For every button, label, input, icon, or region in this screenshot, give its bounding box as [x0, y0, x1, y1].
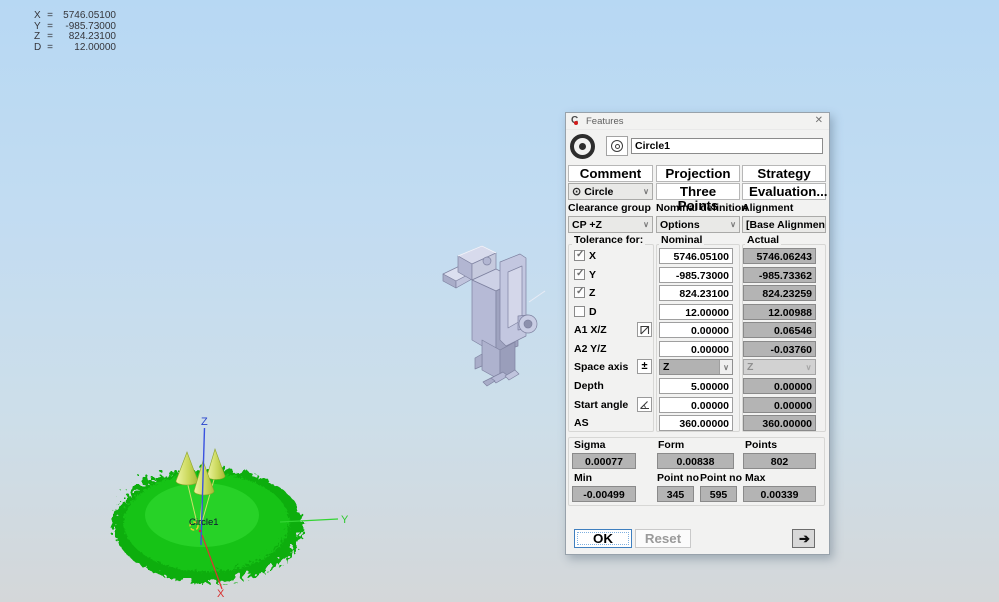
next-button[interactable]: ➔: [792, 529, 815, 548]
chevron-down-icon: ∨: [719, 360, 732, 374]
coordinate-readout: X=5746.05100 Y=-985.73000 Z=824.23100 D=…: [34, 11, 116, 53]
nominal-legend: Nominal: [659, 234, 704, 246]
actual-start-angle-field: 0.00000: [743, 397, 816, 413]
actual-depth-field: 0.00000: [743, 378, 816, 394]
actual-as-field: 360.00000: [743, 415, 816, 431]
angle-icon: [638, 398, 651, 411]
row-label-z: ✓Z: [574, 285, 636, 301]
row-label-d: D: [574, 304, 636, 320]
strategy-button[interactable]: Strategy: [742, 165, 826, 182]
min-label: Min: [574, 472, 592, 484]
checkbox-z[interactable]: ✓: [574, 287, 585, 298]
dialog-title: Features: [586, 116, 624, 127]
row-label-a2: A2 Y/Z: [574, 341, 636, 357]
flip-square-icon: [638, 323, 651, 336]
nominal-a2-field[interactable]: 0.00000: [659, 341, 733, 357]
chevron-down-icon: ∨: [727, 220, 739, 229]
readout-line-x: X=5746.05100: [34, 11, 116, 22]
arrow-right-icon: ➔: [799, 531, 810, 546]
sigma-label: Sigma: [574, 439, 606, 451]
max-label: Max: [745, 472, 765, 484]
space-axis-nominal-select[interactable]: Z ∨: [659, 359, 733, 375]
ok-button[interactable]: OK: [574, 529, 632, 548]
nominal-z-field[interactable]: 824.23100: [659, 285, 733, 301]
checkbox-y[interactable]: ✓: [574, 269, 585, 280]
row-label-start-angle: Start angle: [574, 397, 636, 413]
nominal-definition-label: Nominal definition: [656, 202, 740, 214]
space-axis-actual-select: Z ∨: [743, 359, 816, 375]
start-angle-button[interactable]: [637, 397, 652, 412]
actual-a2-field: -0.03760: [743, 341, 816, 357]
reset-button[interactable]: Reset: [635, 529, 691, 548]
actual-x-field: 5746.06243: [743, 248, 816, 264]
nominal-y-field[interactable]: -985.73000: [659, 267, 733, 283]
min-value: -0.00499: [572, 486, 636, 502]
actual-legend: Actual: [745, 234, 781, 246]
readout-line-z: Z=824.23100: [34, 32, 116, 43]
checkbox-x[interactable]: ✓: [574, 250, 585, 261]
point-no-max-value: 595: [700, 486, 737, 502]
nominal-as-field[interactable]: 360.00000: [659, 415, 733, 431]
row-label-as: AS: [574, 415, 636, 431]
tolerance-legend: Tolerance for:: [572, 234, 645, 246]
points-value: 802: [743, 453, 816, 469]
sigma-value: 0.00077: [572, 453, 636, 469]
evaluation-button[interactable]: Evaluation...: [742, 183, 826, 200]
alignment-select[interactable]: [Base Alignment] ∨: [742, 216, 826, 233]
checkbox-d[interactable]: [574, 306, 585, 317]
chevron-down-icon: ∨: [640, 220, 652, 229]
projection-button[interactable]: Projection: [656, 165, 740, 182]
x-axis-label: X: [217, 588, 225, 600]
nominal-d-field[interactable]: 12.00000: [659, 304, 733, 320]
z-axis-label: Z: [201, 416, 208, 428]
close-icon[interactable]: ✕: [815, 115, 823, 126]
concentric-circles-icon: [611, 140, 623, 152]
actual-d-field: 12.00988: [743, 304, 816, 320]
chevron-down-icon: ∨: [640, 187, 652, 196]
cad-model[interactable]: [425, 228, 570, 403]
plus-minus-button[interactable]: ±: [637, 359, 652, 374]
feature-type-select[interactable]: ⊙ Circle ∨: [568, 183, 653, 200]
point-no-min-label: Point no: [657, 472, 699, 484]
viewport-3d[interactable]: Z Y X Circle1: [80, 385, 380, 602]
point-no-min-value: 345: [657, 486, 694, 502]
a1-projection-toggle-button[interactable]: [637, 322, 652, 337]
logo-red-dot: [574, 121, 578, 125]
row-label-y: ✓Y: [574, 267, 636, 283]
row-label-x: ✓X: [574, 248, 636, 264]
actual-y-field: -985.73362: [743, 267, 816, 283]
max-value: 0.00339: [743, 486, 816, 502]
features-dialog: C Features ✕ Circle1 Comment Projection …: [565, 112, 830, 555]
point-no-max-label: Point no: [700, 472, 742, 484]
dialog-title-bar[interactable]: C Features ✕: [566, 113, 829, 130]
nominal-x-field[interactable]: 5746.05100: [659, 248, 733, 264]
row-label-space-axis: Space axis: [574, 359, 636, 375]
actual-a1-field: 0.06546: [743, 322, 816, 338]
nominal-start-angle-field[interactable]: 0.00000: [659, 397, 733, 413]
circle-feature-icon: [570, 134, 595, 159]
readout-line-d: D=12.00000: [34, 43, 116, 54]
row-label-a1: A1 X/Z: [574, 322, 636, 338]
form-label: Form: [658, 439, 684, 451]
actual-z-field: 824.23259: [743, 285, 816, 301]
nominal-depth-field[interactable]: 5.00000: [659, 378, 733, 394]
comment-button[interactable]: Comment: [568, 165, 653, 182]
points-label: Points: [745, 439, 777, 451]
nominal-definition-select[interactable]: Options ∨: [656, 216, 740, 233]
nominal-a1-field[interactable]: 0.00000: [659, 322, 733, 338]
y-axis-label: Y: [341, 514, 349, 526]
clearance-group-select[interactable]: CP +Z ∨: [568, 216, 653, 233]
row-label-depth: Depth: [574, 378, 636, 394]
feature-label: Circle1: [189, 517, 219, 528]
alignment-label: Alignment: [742, 202, 826, 214]
feature-symbol-button[interactable]: [606, 136, 628, 156]
form-value: 0.00838: [657, 453, 734, 469]
three-points-button[interactable]: Three Points: [656, 183, 740, 200]
clearance-group-label: Clearance group: [568, 202, 653, 214]
feature-name-field[interactable]: Circle1: [631, 138, 823, 154]
plus-minus-icon: ±: [641, 360, 647, 372]
circle-dot-icon: ⊙: [572, 185, 581, 198]
chevron-down-icon: ∨: [802, 360, 815, 374]
